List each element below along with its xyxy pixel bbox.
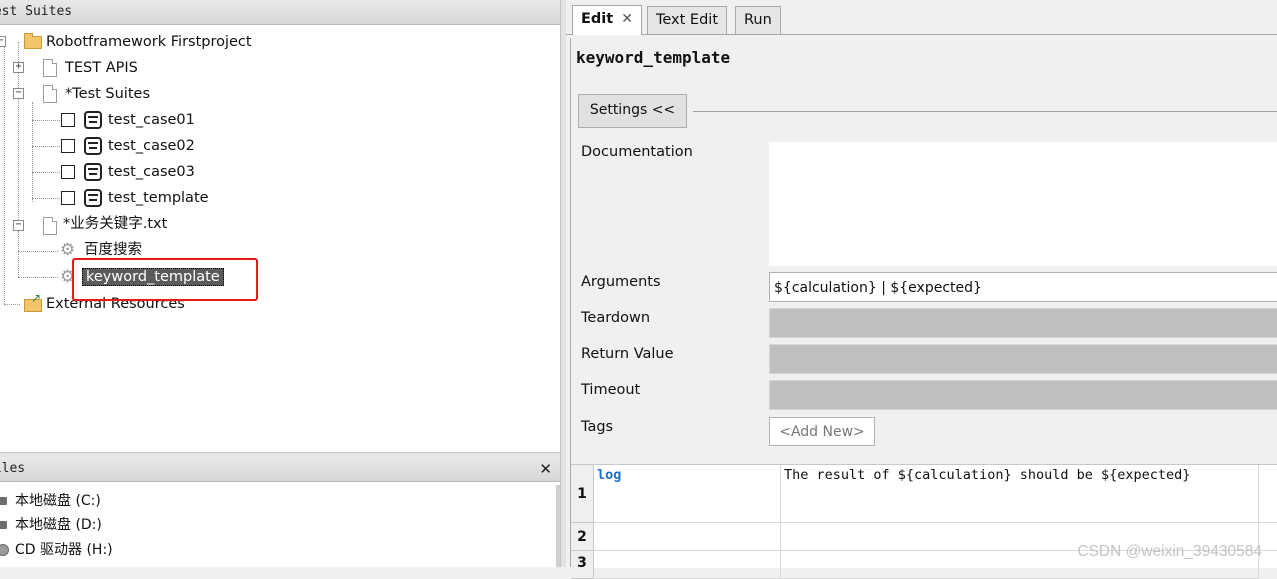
arguments-label: Arguments bbox=[581, 274, 661, 290]
tree-connector bbox=[18, 251, 58, 252]
close-icon[interactable]: ✕ bbox=[621, 11, 633, 27]
grid-cell[interactable] bbox=[1259, 465, 1277, 523]
robot-test-icon bbox=[84, 163, 102, 181]
expand-toggle[interactable]: + bbox=[13, 62, 24, 73]
add-new-tag-button[interactable]: <Add New> bbox=[769, 417, 875, 446]
row-number: 1 bbox=[571, 465, 594, 523]
external-resources-icon bbox=[24, 291, 42, 312]
tab-run[interactable]: Run bbox=[735, 6, 781, 34]
robot-test-icon bbox=[84, 111, 102, 129]
tree-connector bbox=[4, 304, 20, 305]
right-pane: Edit ✕ Text Edit Run keyword_template Set… bbox=[566, 0, 1277, 579]
collapse-toggle[interactable]: − bbox=[13, 88, 24, 99]
test-case-checkbox[interactable] bbox=[61, 165, 75, 179]
teardown-label: Teardown bbox=[581, 310, 651, 326]
resource-file-icon bbox=[43, 217, 57, 235]
file-icon bbox=[43, 85, 57, 103]
collapse-toggle[interactable]: − bbox=[13, 220, 24, 231]
row-number: 3 bbox=[571, 551, 594, 579]
drive-label: CD 驱动器 (H:) bbox=[15, 542, 113, 558]
project-tree[interactable]: − Robotframework Firstproject + TEST API… bbox=[0, 26, 560, 454]
grid-cell-argument[interactable]: The result of ${calculation} should be $… bbox=[781, 465, 1259, 523]
grid-cell[interactable] bbox=[594, 551, 781, 579]
gear-icon: ⚙ bbox=[60, 240, 76, 260]
robot-test-icon bbox=[84, 137, 102, 155]
timeout-label: Timeout bbox=[581, 382, 641, 398]
drive-label: 本地磁盘 (C:) bbox=[15, 493, 101, 509]
files-panel-title: Files bbox=[0, 461, 26, 476]
drive-label: 本地磁盘 (D:) bbox=[15, 517, 102, 533]
close-icon[interactable]: ✕ bbox=[539, 457, 552, 481]
tree-item-test-suites[interactable]: *Test Suites bbox=[65, 82, 150, 106]
test-suites-panel-title: Test Suites bbox=[0, 4, 73, 19]
keyword-name-title: keyword_template bbox=[576, 48, 731, 67]
collapse-toggle[interactable]: − bbox=[0, 36, 6, 47]
tree-connector bbox=[18, 277, 58, 278]
tree-item-label: test_template bbox=[108, 190, 209, 206]
file-icon bbox=[43, 59, 57, 77]
tab-label: Edit bbox=[581, 11, 614, 27]
tree-item-label: test_case01 bbox=[108, 112, 195, 128]
tree-item-test-case[interactable]: test_case03 bbox=[108, 160, 195, 184]
tab-label: Text Edit bbox=[656, 12, 719, 28]
tree-connector bbox=[32, 172, 60, 173]
keyword-editor: keyword_template Settings << Documentati… bbox=[570, 38, 1277, 579]
tab-edit[interactable]: Edit ✕ bbox=[572, 5, 642, 35]
divider bbox=[693, 111, 1277, 112]
tree-item-label: *Test Suites bbox=[65, 86, 150, 102]
files-panel-header: Files ✕ bbox=[0, 457, 560, 482]
test-case-checkbox[interactable] bbox=[61, 113, 75, 127]
tree-connector bbox=[32, 102, 33, 202]
tree-connector bbox=[32, 120, 60, 121]
editor-tabs: Edit ✕ Text Edit Run bbox=[566, 0, 1277, 35]
tree-connector bbox=[32, 198, 60, 199]
timeout-field[interactable] bbox=[769, 380, 1277, 410]
test-suites-panel-header: Test Suites bbox=[0, 0, 560, 25]
drive-item[interactable]: 本地磁盘 (C:) bbox=[0, 489, 101, 513]
tree-item-label: Robotframework Firstproject bbox=[46, 34, 252, 50]
tree-connector bbox=[4, 42, 5, 304]
arguments-field[interactable]: ${calculation} | ${expected} bbox=[769, 272, 1277, 302]
hard-drive-icon bbox=[0, 497, 7, 505]
watermark: CSDN @weixin_39430584 bbox=[1077, 543, 1262, 560]
tree-item-label: test_case03 bbox=[108, 164, 195, 180]
tab-label: Run bbox=[744, 12, 772, 28]
left-pane: Test Suites − Robotframework Firstprojec… bbox=[0, 0, 560, 567]
tree-item-root[interactable]: Robotframework Firstproject bbox=[46, 30, 252, 54]
hard-drive-icon bbox=[0, 521, 7, 529]
tree-item-label: *业务关键字.txt bbox=[63, 216, 168, 232]
documentation-field[interactable] bbox=[769, 142, 1277, 266]
tree-connector bbox=[18, 231, 19, 277]
documentation-label: Documentation bbox=[581, 144, 693, 160]
drive-item[interactable]: 本地磁盘 (D:) bbox=[0, 513, 102, 537]
settings-toggle-button[interactable]: Settings << bbox=[578, 94, 687, 128]
tree-item-test-case[interactable]: test_case01 bbox=[108, 108, 195, 132]
drive-item[interactable]: CD 驱动器 (H:) bbox=[0, 538, 113, 562]
red-highlight-annotation bbox=[72, 258, 258, 301]
tree-item-label: TEST APIS bbox=[65, 60, 138, 76]
row-number: 2 bbox=[571, 523, 594, 551]
tags-label: Tags bbox=[581, 419, 614, 435]
tab-text-edit[interactable]: Text Edit bbox=[647, 6, 728, 34]
tree-item-test-apis[interactable]: TEST APIS bbox=[65, 56, 138, 80]
tree-item-test-case[interactable]: test_template bbox=[108, 186, 209, 210]
folder-icon bbox=[24, 33, 42, 49]
test-case-checkbox[interactable] bbox=[61, 139, 75, 153]
tree-item-label: 百度搜索 bbox=[84, 242, 142, 258]
files-panel: Files ✕ 本地磁盘 (C:) 本地磁盘 (D:) CD 驱动器 (H:) bbox=[0, 457, 560, 567]
test-case-checkbox[interactable] bbox=[61, 191, 75, 205]
grid-cell-keyword[interactable]: log bbox=[594, 465, 781, 523]
tree-connector bbox=[32, 146, 60, 147]
teardown-field[interactable] bbox=[769, 308, 1277, 338]
cd-drive-icon bbox=[0, 544, 9, 556]
tree-item-test-case[interactable]: test_case02 bbox=[108, 134, 195, 158]
robot-test-icon bbox=[84, 189, 102, 207]
return-value-field[interactable] bbox=[769, 344, 1277, 374]
tree-item-label: test_case02 bbox=[108, 138, 195, 154]
return-value-label: Return Value bbox=[581, 346, 674, 362]
grid-cell[interactable] bbox=[594, 523, 781, 551]
tree-item-resource-file[interactable]: *业务关键字.txt bbox=[63, 212, 167, 236]
